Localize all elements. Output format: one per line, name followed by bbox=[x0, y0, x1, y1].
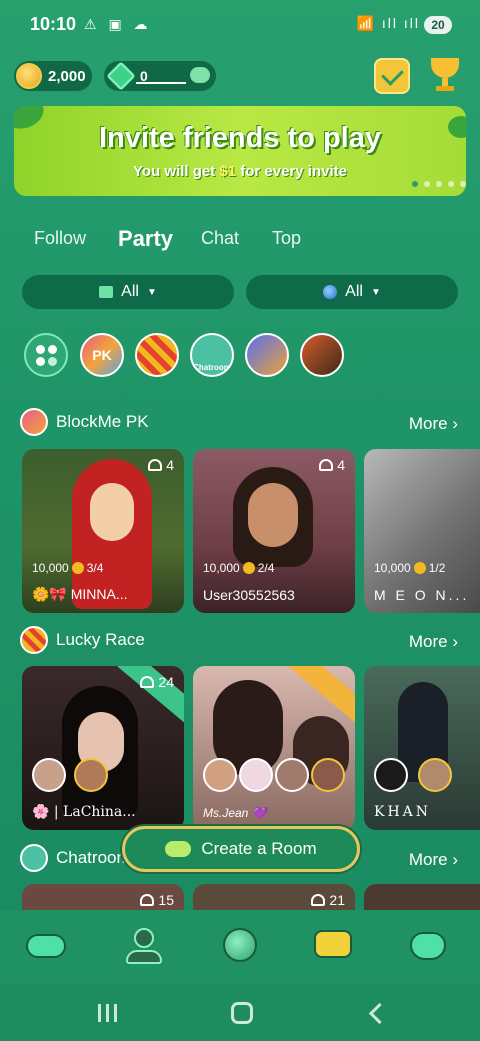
avatar bbox=[32, 758, 66, 792]
gem-icon bbox=[106, 61, 136, 91]
region-filter[interactable]: All ▼ bbox=[246, 275, 458, 309]
people-icon bbox=[140, 894, 155, 906]
avatar bbox=[275, 758, 309, 792]
room-name: User30552563 bbox=[203, 587, 295, 603]
daily-task-icon[interactable] bbox=[374, 58, 410, 94]
room-card[interactable]: 4 10,000 3/4 🌼🎀 MINNA... bbox=[22, 449, 184, 613]
occupancy-count: 15 bbox=[140, 892, 174, 908]
racing-game-icon[interactable] bbox=[300, 333, 344, 377]
status-bar: 10:10 ⚠ ▣ ☁ 📶 ıll ıll 20 bbox=[0, 0, 480, 50]
back-icon[interactable] bbox=[368, 1002, 391, 1025]
gamepad-icon bbox=[165, 841, 192, 857]
occupancy-count: 4 bbox=[148, 457, 174, 473]
occupancy-count: 21 bbox=[311, 892, 345, 908]
more-link-lucky-race[interactable]: More › bbox=[409, 632, 458, 652]
number-game-icon[interactable] bbox=[245, 333, 289, 377]
language-filter-value: All bbox=[121, 283, 139, 300]
create-room-button[interactable]: Create a Room bbox=[122, 826, 360, 872]
occupancy-count: 24 bbox=[140, 674, 174, 690]
home-icon[interactable] bbox=[231, 1002, 253, 1024]
section-title: Lucky Race bbox=[56, 630, 145, 649]
room-card[interactable]: 10,000 1/2 M E O N... bbox=[364, 449, 480, 613]
explore-icon[interactable] bbox=[218, 924, 262, 968]
room-card[interactable]: 21 bbox=[193, 884, 355, 910]
section-header-lucky-race: Lucky Race bbox=[20, 626, 145, 654]
coin-icon bbox=[413, 562, 426, 574]
section-title: BlockMe PK bbox=[56, 412, 149, 431]
section-header-blockme: BlockMe PK bbox=[20, 408, 149, 436]
party-icon[interactable] bbox=[122, 924, 166, 968]
language-icon bbox=[99, 286, 114, 298]
tab-chat[interactable]: Chat bbox=[201, 228, 239, 249]
chatroom-icon bbox=[20, 844, 48, 872]
banner-subtitle: You will get $1 for every invite bbox=[133, 163, 347, 180]
lucky-race-icon[interactable] bbox=[135, 333, 179, 377]
people-icon bbox=[311, 894, 326, 906]
all-games-icon[interactable] bbox=[24, 333, 68, 377]
coin-icon bbox=[16, 63, 42, 89]
avatar bbox=[203, 758, 237, 792]
tab-follow[interactable]: Follow bbox=[34, 228, 86, 249]
tab-top[interactable]: Top bbox=[272, 228, 301, 249]
room-card[interactable]: 24 🌸 | LaChina... bbox=[22, 666, 184, 830]
coin-icon bbox=[242, 562, 255, 574]
avatar bbox=[418, 758, 452, 792]
system-navigation-bar bbox=[0, 984, 480, 1041]
more-link-blockme[interactable]: More › bbox=[409, 414, 458, 434]
room-card[interactable]: KHAN bbox=[364, 666, 480, 830]
gem-progress-bar bbox=[136, 82, 186, 84]
profile-icon[interactable] bbox=[410, 924, 454, 968]
room-card[interactable]: 4 10,000 2/4 User30552563 bbox=[193, 449, 355, 613]
avatar bbox=[311, 758, 345, 792]
chevron-down-icon: ▼ bbox=[370, 286, 381, 298]
room-card[interactable] bbox=[364, 884, 480, 910]
battery-icon: 20 bbox=[424, 16, 452, 34]
trophy-icon[interactable] bbox=[428, 58, 462, 94]
blockme-pk-icon[interactable]: PK bbox=[80, 333, 124, 377]
people-icon bbox=[148, 459, 163, 471]
recent-apps-icon[interactable] bbox=[98, 1004, 117, 1022]
banner-pagination bbox=[412, 181, 466, 187]
room-name: M E O N... bbox=[374, 587, 470, 603]
room-card[interactable]: 15 bbox=[22, 884, 184, 910]
region-filter-value: All bbox=[345, 283, 363, 300]
room-card[interactable]: Ms.Jean 💜 bbox=[193, 666, 355, 830]
status-time: 10:10 bbox=[30, 14, 77, 34]
entry-price: 10,000 2/4 bbox=[203, 561, 275, 575]
room-name: 🌼🎀 MINNA... bbox=[32, 586, 128, 602]
entry-price: 10,000 3/4 bbox=[32, 561, 104, 575]
games-icon[interactable] bbox=[26, 924, 70, 968]
blockme-pk-icon bbox=[20, 408, 48, 436]
coin-balance[interactable]: 2,000 bbox=[14, 61, 92, 91]
people-icon bbox=[140, 676, 155, 688]
add-gem-icon bbox=[190, 67, 210, 83]
tab-party[interactable]: Party bbox=[118, 226, 173, 252]
coin-amount: 2,000 bbox=[48, 67, 86, 85]
occupancy-count: 4 bbox=[319, 457, 345, 473]
messages-icon[interactable] bbox=[314, 924, 358, 968]
lucky-race-icon bbox=[20, 626, 48, 654]
people-icon bbox=[319, 459, 334, 471]
status-notification-icons: ⚠ ▣ ☁ bbox=[84, 16, 152, 32]
signal-icon: 📶 ıll ıll bbox=[356, 15, 420, 31]
avatar bbox=[239, 758, 273, 792]
create-room-label: Create a Room bbox=[201, 839, 317, 858]
chevron-down-icon: ▼ bbox=[146, 286, 157, 298]
section-title: Chatroom bbox=[56, 848, 131, 867]
coin-icon bbox=[71, 562, 84, 574]
avatar bbox=[374, 758, 408, 792]
room-name: KHAN bbox=[374, 804, 432, 820]
banner-title: Invite friends to play bbox=[99, 122, 381, 154]
more-link-chatroom[interactable]: More › bbox=[409, 850, 458, 870]
invite-banner[interactable]: Invite friends to play You will get $1 f… bbox=[14, 106, 466, 196]
room-name: 🌸 | LaChina... bbox=[32, 804, 136, 820]
room-name: Ms.Jean 💜 bbox=[203, 806, 267, 820]
section-header-chatroom: Chatroom bbox=[20, 844, 131, 872]
globe-icon bbox=[323, 285, 338, 299]
gem-balance[interactable]: 0 bbox=[104, 61, 216, 91]
entry-price: 10,000 1/2 bbox=[374, 561, 446, 575]
chatroom-icon[interactable]: Chatroom bbox=[190, 333, 234, 377]
avatar bbox=[74, 758, 108, 792]
language-filter[interactable]: All ▼ bbox=[22, 275, 234, 309]
